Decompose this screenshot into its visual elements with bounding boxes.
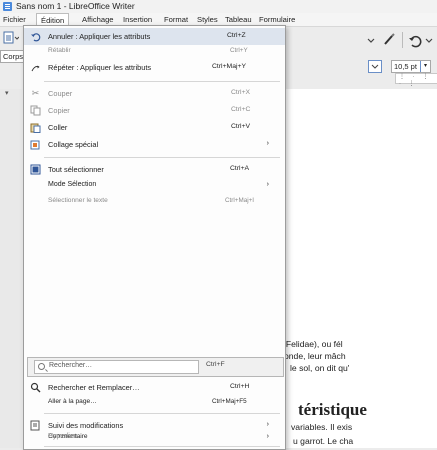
menu-item-hyperlink[interactable]: Hyperlien	[48, 433, 78, 440]
menu-item-shortcut: Ctrl+C	[231, 106, 251, 113]
menu-item-select-all[interactable]: Tout sélectionner Ctrl+A	[24, 162, 285, 178]
undo-icon	[31, 33, 41, 42]
undo-dropdown-icon[interactable]	[424, 34, 434, 46]
menu-item-restore[interactable]: Rétablir Ctrl+Y	[24, 46, 285, 59]
menu-item-shortcut: Ctrl+V	[231, 123, 251, 130]
menu-item-select-text[interactable]: Sélectionner le texte Ctrl+Maj+I	[24, 196, 285, 209]
menu-insertion[interactable]: Insertion	[123, 15, 152, 24]
submenu-arrow-icon: ›	[266, 140, 269, 147]
toolbar-separator	[402, 32, 403, 48]
menu-item-shortcut: Ctrl+X	[231, 89, 251, 96]
menu-separator	[44, 446, 280, 447]
search-input[interactable]: Rechercher…	[34, 360, 199, 374]
document-line-5: u garrot. Le cha	[293, 436, 354, 446]
menu-item-find-replace[interactable]: Rechercher et Remplacer… Ctrl+H	[24, 380, 285, 396]
menu-item-copy[interactable]: Copier Ctrl+C	[24, 103, 285, 119]
menu-item-cut[interactable]: ✂ Couper Ctrl+X	[24, 86, 285, 102]
menu-item-shortcut: Ctrl+Maj+Y	[212, 63, 246, 70]
menu-item-selection-mode[interactable]: Mode Sélection ›	[24, 180, 285, 193]
paste-special-icon	[30, 140, 40, 150]
menu-affichage[interactable]: Affichage	[82, 15, 114, 24]
menu-item-shortcut: Ctrl+Y	[230, 47, 248, 54]
menu-item-label: Rétablir	[48, 47, 71, 54]
menu-item-shortcut: Ctrl+A	[230, 165, 250, 172]
dropdown-arrow-icon[interactable]	[365, 34, 379, 46]
menu-item-label: Annuler : Appliquer les attributs	[48, 32, 151, 41]
menu-format[interactable]: Format	[164, 15, 188, 24]
window-title: Sans nom 1 - LibreOffice Writer	[16, 1, 135, 11]
font-name-box[interactable]	[368, 60, 382, 73]
font-size-value: 10,5 pt	[394, 62, 417, 71]
menu-item-repeat[interactable]: Répéter : Appliquer les attributs Ctrl+M…	[24, 60, 285, 76]
menu-item-label: Aller à la page…	[48, 398, 97, 405]
menu-separator	[44, 157, 280, 158]
submenu-arrow-icon: ›	[266, 181, 269, 188]
menu-item-label: Suivi des modifications	[48, 421, 124, 430]
left-margin-strip: ▾	[0, 89, 22, 448]
search-icon	[38, 363, 45, 370]
horizontal-ruler: ⋮ · ⋮ · ⋮	[395, 73, 437, 87]
menu-item-label: Couper	[48, 89, 73, 98]
document-line-4: variables. Il exis	[291, 422, 353, 432]
menu-item-shortcut: Ctrl+Maj+F5	[212, 398, 247, 405]
document-page[interactable]	[283, 89, 437, 448]
menu-item-undo[interactable]: Annuler : Appliquer les attributs Ctrl+Z	[24, 28, 285, 45]
menu-item-label: Répéter : Appliquer les attributs	[48, 63, 152, 72]
menu-styles[interactable]: Styles	[197, 15, 218, 24]
writer-document-icon	[3, 2, 12, 11]
menu-item-label: Collage spécial	[48, 140, 99, 149]
menu-item-paste[interactable]: Coller Ctrl+V	[24, 120, 285, 136]
menu-item-shortcut: Ctrl+Z	[227, 32, 246, 39]
chevron-down-icon: ▾	[420, 61, 430, 72]
search-placeholder: Rechercher…	[49, 362, 93, 369]
title-bar: Sans nom 1 - LibreOffice Writer	[0, 0, 437, 13]
edit-menu: Annuler : Appliquer les attributs Ctrl+Z…	[23, 25, 286, 450]
menu-item-label: Sélectionner le texte	[48, 197, 108, 204]
menu-item-shortcut: Ctrl+Maj+I	[225, 197, 255, 204]
menu-formulaire[interactable]: Formulaire	[259, 15, 295, 24]
repeat-icon	[31, 65, 40, 72]
menu-fichier[interactable]: Fichier	[3, 15, 26, 24]
submenu-arrow-icon: ›	[266, 433, 269, 440]
menu-item-label: Copier	[48, 106, 70, 115]
search-shortcut: Ctrl+F	[206, 361, 225, 368]
font-size-box[interactable]: 10,5 pt ▾	[391, 60, 431, 73]
undo-icon[interactable]	[407, 32, 423, 48]
select-all-icon	[30, 164, 41, 175]
ruler-marker-icon: ▾	[5, 90, 9, 97]
menu-item-shortcut: Ctrl+H	[230, 383, 250, 390]
menu-separator	[44, 413, 280, 414]
menu-item-label: Mode Sélection	[48, 181, 97, 188]
clone-formatting-icon[interactable]	[381, 32, 397, 48]
track-changes-icon	[30, 420, 40, 431]
submenu-arrow-icon: ›	[266, 421, 269, 428]
menu-edition[interactable]: Édition	[36, 13, 70, 25]
document-line-1: (Felidae), ou fél	[283, 339, 343, 349]
menu-item-label: Tout sélectionner	[48, 165, 104, 174]
menu-separator	[44, 81, 280, 82]
menu-item-label: Coller	[48, 123, 68, 132]
menu-search-row: Rechercher… Ctrl+F	[27, 357, 284, 377]
menu-item-paste-special[interactable]: Collage spécial ›	[24, 137, 285, 153]
menu-item-label: Rechercher et Remplacer…	[48, 383, 140, 392]
scissors-icon: ✂	[31, 88, 40, 98]
new-document-icon[interactable]	[3, 31, 19, 45]
document-line-2: onde, leur mâch	[284, 351, 346, 361]
document-heading: téristique	[298, 400, 367, 419]
find-replace-icon	[30, 382, 41, 393]
menu-item-goto-page[interactable]: Aller à la page… Ctrl+Maj+F5	[24, 397, 285, 410]
document-line-3: le sol, on dit qu'	[290, 363, 350, 373]
copy-icon	[30, 105, 41, 116]
chevron-down-icon	[371, 64, 379, 69]
paste-icon	[30, 123, 41, 133]
ruler-ticks: ⋮ · ⋮ · ⋮	[399, 74, 432, 87]
menu-tableau[interactable]: Tableau	[225, 15, 252, 24]
